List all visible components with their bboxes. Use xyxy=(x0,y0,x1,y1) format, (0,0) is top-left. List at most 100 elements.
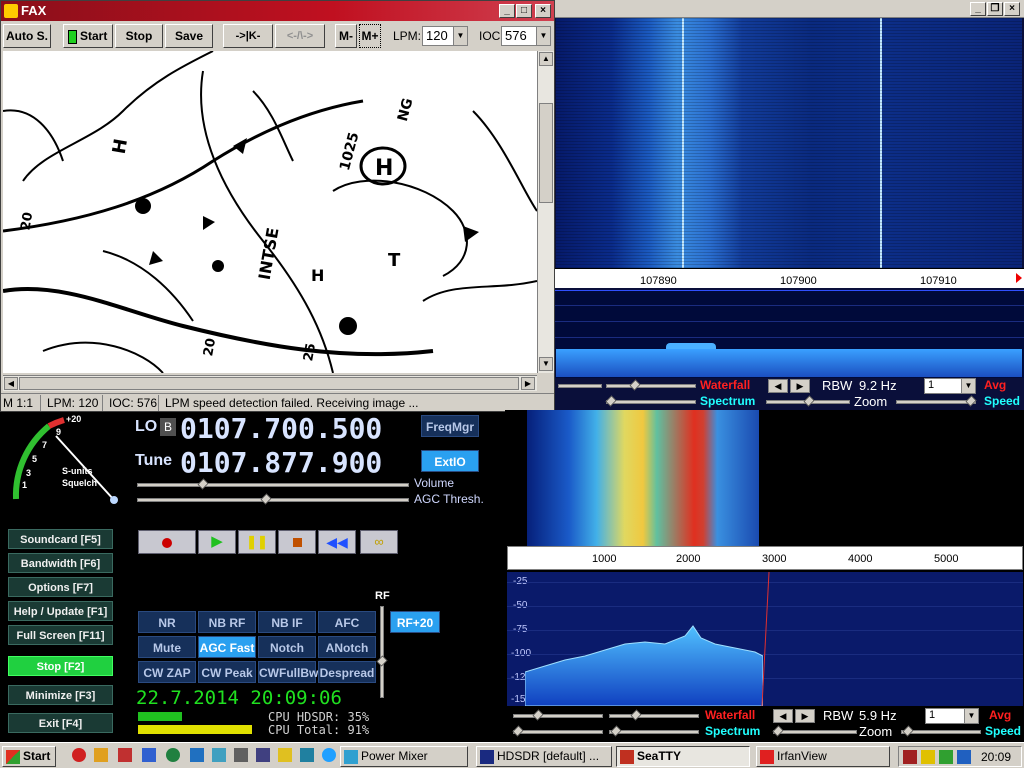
spectrum-slider[interactable] xyxy=(606,400,696,404)
avg-select[interactable]: 1 ▼ xyxy=(924,378,976,394)
quicklaunch-app-icon[interactable] xyxy=(118,748,132,762)
avg-select[interactable]: 1 ▼ xyxy=(925,708,979,724)
waterfall-contrast-slider[interactable] xyxy=(606,384,696,388)
loop-button[interactable]: ∞ xyxy=(360,530,398,554)
quicklaunch-app-icon[interactable] xyxy=(142,748,156,762)
close-icon[interactable]: × xyxy=(1004,2,1020,16)
fax-vertical-scrollbar[interactable]: ▲ ▼ xyxy=(537,51,554,373)
minimize-icon[interactable]: _ xyxy=(970,2,986,16)
soundcard-button[interactable]: Soundcard [F5] xyxy=(8,529,113,549)
rf-waterfall-display[interactable] xyxy=(556,18,1022,268)
scroll-down-icon[interactable]: ▼ xyxy=(539,357,553,371)
cw-peak-button[interactable]: CW Peak xyxy=(198,661,256,683)
task-irfanview[interactable]: IrfanView xyxy=(756,746,890,767)
m-plus-button[interactable]: M+ xyxy=(359,24,381,48)
scroll-up-icon[interactable]: ▲ xyxy=(539,52,553,66)
audio-frequency-scale[interactable]: 1000 2000 3000 4000 5000 xyxy=(507,546,1023,570)
rewind-button[interactable]: ◀◀ xyxy=(318,530,356,554)
record-button[interactable] xyxy=(138,530,196,554)
mute-button[interactable]: Mute xyxy=(138,636,196,658)
save-button[interactable]: Save xyxy=(165,24,213,48)
tray-mail-icon[interactable] xyxy=(903,750,917,764)
quicklaunch-app-icon[interactable] xyxy=(190,748,204,762)
quicklaunch-stop-icon[interactable] xyxy=(72,748,86,762)
quicklaunch-app-icon[interactable] xyxy=(278,748,292,762)
options-button[interactable]: Options [F7] xyxy=(8,577,113,597)
slider-track[interactable] xyxy=(558,384,602,388)
extio-button[interactable]: ExtIO xyxy=(421,450,479,472)
ioc-select[interactable]: 576 ▼ xyxy=(501,26,551,46)
scroll-right-icon[interactable]: ▶ xyxy=(521,377,535,390)
lo-frequency-display[interactable]: 0107.700.500 xyxy=(180,412,382,445)
agc-fast-button[interactable]: AGC Fast xyxy=(198,636,256,658)
volume-slider[interactable] xyxy=(137,483,409,487)
quicklaunch-app-icon[interactable] xyxy=(234,748,248,762)
audio-spectrum-slider-1[interactable] xyxy=(513,730,603,734)
audio-spectrum-slider-2[interactable] xyxy=(609,730,699,734)
zoom-slider[interactable] xyxy=(896,400,976,404)
nb-if-button[interactable]: NB IF xyxy=(258,611,316,633)
agc-threshold-slider[interactable] xyxy=(137,498,409,502)
task-power-mixer[interactable]: Power Mixer xyxy=(340,746,468,767)
slant-left-button[interactable]: ->|K- xyxy=(223,24,273,48)
close-icon[interactable]: × xyxy=(535,4,551,18)
rf-gain-slider[interactable] xyxy=(380,606,384,698)
slider-knob[interactable] xyxy=(902,725,914,737)
fax-weather-chart-image[interactable]: H H 1025 INTSE T NG 20 20 25 H xyxy=(3,51,537,373)
stop-playback-button[interactable] xyxy=(278,530,316,554)
arrow-right-icon[interactable]: ▶ xyxy=(790,379,810,393)
slider-knob[interactable] xyxy=(803,395,815,407)
slider-knob[interactable] xyxy=(772,725,784,737)
chevron-down-icon[interactable]: ▼ xyxy=(453,27,467,45)
arrow-left-icon[interactable]: ◀ xyxy=(773,709,793,723)
rf-gain-button[interactable]: RF+20 xyxy=(390,611,440,633)
fax-titlebar[interactable]: FAX xyxy=(1,1,554,21)
cw-zap-button[interactable]: CW ZAP xyxy=(138,661,196,683)
pause-button[interactable]: ❚❚ xyxy=(238,530,276,554)
slider-knob[interactable] xyxy=(965,395,977,407)
stop-button[interactable]: Stop xyxy=(115,24,163,48)
fax-hscroll-thumb[interactable] xyxy=(19,377,519,390)
restore-icon[interactable]: ❐ xyxy=(987,2,1003,16)
quicklaunch-app-icon[interactable] xyxy=(94,748,108,762)
help-update-button[interactable]: Help / Update [F1] xyxy=(8,601,113,621)
chevron-down-icon[interactable]: ▼ xyxy=(961,379,975,393)
minimize-icon[interactable]: _ xyxy=(499,4,515,18)
cw-fullbw-button[interactable]: CWFullBw xyxy=(258,661,318,683)
quicklaunch-app-icon[interactable] xyxy=(256,748,270,762)
slider-knob[interactable] xyxy=(629,379,641,391)
play-button[interactable]: ▶ xyxy=(198,530,236,554)
audio-waterfall-slider-1[interactable] xyxy=(513,714,603,718)
exit-button[interactable]: Exit [F4] xyxy=(8,713,113,733)
tray-app-icon[interactable] xyxy=(939,750,953,764)
anotch-button[interactable]: ANotch xyxy=(318,636,376,658)
start-button[interactable]: Start xyxy=(63,24,113,48)
quicklaunch-app-icon[interactable] xyxy=(212,748,226,762)
chevron-down-icon[interactable]: ▼ xyxy=(964,709,978,723)
task-hdsdr[interactable]: HDSDR [default] ... xyxy=(476,746,612,767)
quicklaunch-app-icon[interactable] xyxy=(166,748,180,762)
slider-knob[interactable] xyxy=(605,395,617,407)
task-seatty[interactable]: SeaTTY xyxy=(616,746,750,767)
despread-button[interactable]: Despread xyxy=(318,661,376,683)
auto-sync-button[interactable]: Auto S. xyxy=(3,24,51,48)
nr-button[interactable]: NR xyxy=(138,611,196,633)
slider-knob[interactable] xyxy=(630,709,642,721)
fax-vscroll-thumb[interactable] xyxy=(539,103,553,203)
slider-knob[interactable] xyxy=(260,493,272,505)
nb-rf-button[interactable]: NB RF xyxy=(198,611,256,633)
m-minus-button[interactable]: M- xyxy=(335,24,357,48)
scroll-right-icon[interactable] xyxy=(1016,273,1022,283)
quicklaunch-app-icon[interactable] xyxy=(300,748,314,762)
audio-spectrum-display[interactable]: -25 -50 -75 -100 -125 -150 xyxy=(507,572,1023,706)
tray-network-icon[interactable] xyxy=(957,750,971,764)
slider-knob[interactable] xyxy=(197,478,209,490)
bandwidth-button[interactable]: Bandwidth [F6] xyxy=(8,553,113,573)
rf-spectrum-display[interactable] xyxy=(554,290,1024,378)
full-screen-button[interactable]: Full Screen [F11] xyxy=(8,625,113,645)
slider-knob[interactable] xyxy=(610,725,622,737)
lo-bank-badge[interactable]: B xyxy=(160,418,176,436)
clock[interactable]: 20:09 xyxy=(981,750,1011,764)
chevron-down-icon[interactable]: ▼ xyxy=(536,27,550,45)
tray-app-icon[interactable] xyxy=(921,750,935,764)
